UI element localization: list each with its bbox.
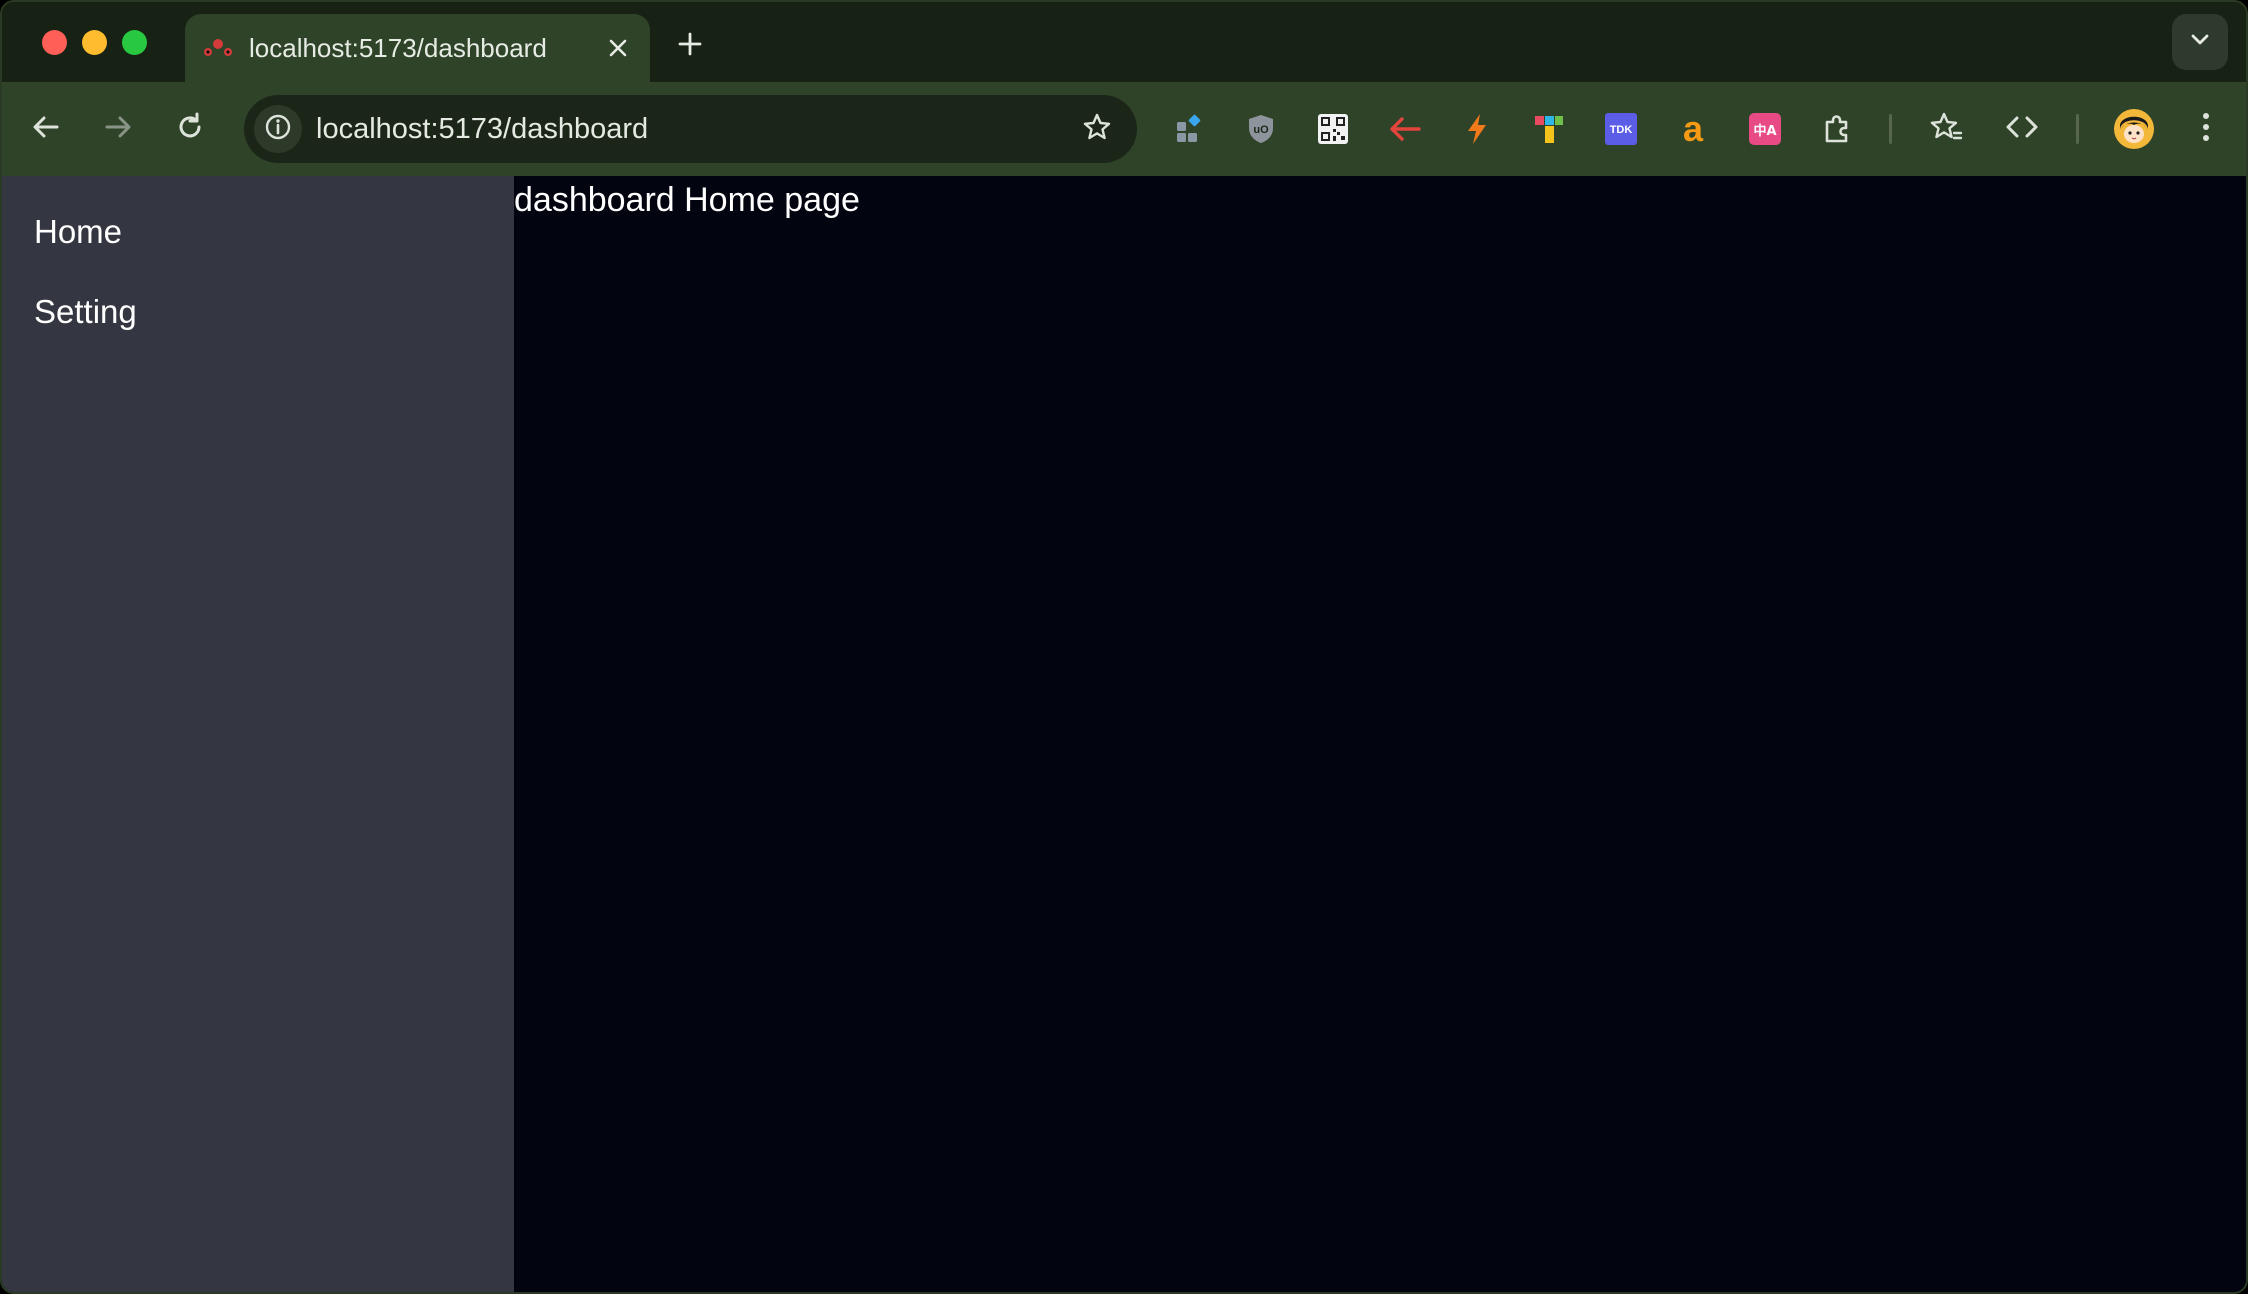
new-tab-button[interactable] <box>670 24 710 64</box>
address-bar[interactable]: localhost:5173/dashboard <box>244 95 1137 163</box>
browser-menu-button[interactable] <box>2182 105 2230 153</box>
tab-search-button[interactable] <box>2172 14 2228 70</box>
red-arrow-left-icon[interactable] <box>1381 105 1429 153</box>
toolbar-separator <box>1889 114 1892 144</box>
color-tiles-icon[interactable] <box>1525 105 1573 153</box>
browser-window: localhost:5173/dashboard localhost:5173/… <box>0 0 2248 1294</box>
address-url[interactable]: localhost:5173/dashboard <box>316 109 648 149</box>
svg-text:a: a <box>1683 112 1704 146</box>
svg-text:TDK: TDK <box>1610 124 1633 136</box>
browser-toolbar: localhost:5173/dashboard uO TDK a 中A <box>2 82 2246 177</box>
tab-strip: localhost:5173/dashboard <box>2 2 2246 82</box>
translate-icon[interactable]: 中A <box>1741 105 1789 153</box>
star-list-icon <box>1929 111 1963 148</box>
ublock-shield-icon[interactable]: uO <box>1237 105 1285 153</box>
page-title: dashboard Home page <box>514 181 860 219</box>
react-router-icon <box>203 36 233 60</box>
site-info-button[interactable] <box>254 105 302 153</box>
kebab-menu-icon <box>2201 111 2211 148</box>
reading-list-button[interactable] <box>1922 105 1970 153</box>
arrow-left-icon <box>31 112 61 147</box>
chevron-down-icon <box>2190 33 2210 52</box>
forward-button[interactable] <box>94 105 142 153</box>
svg-text:uO: uO <box>1253 124 1269 136</box>
profile-avatar[interactable] <box>2110 105 2158 153</box>
bookmark-star-button[interactable] <box>1075 107 1119 151</box>
page-viewport: Home Setting dashboard Home page <box>2 176 2246 1292</box>
close-window-button[interactable] <box>42 30 67 55</box>
qr-code-icon[interactable] <box>1309 105 1357 153</box>
reload-icon <box>175 112 205 147</box>
sidebar-item-setting[interactable]: Setting <box>34 290 137 334</box>
svg-text:中A: 中A <box>1753 123 1776 139</box>
toolbar-separator <box>2076 114 2079 144</box>
tdk-icon[interactable]: TDK <box>1597 105 1645 153</box>
lightning-bolt-icon[interactable] <box>1453 105 1501 153</box>
sidebar: Home Setting <box>2 176 514 1292</box>
letter-a-icon[interactable]: a <box>1669 105 1717 153</box>
sidebar-item-home[interactable]: Home <box>34 210 122 254</box>
tab-title: localhost:5173/dashboard <box>249 33 547 63</box>
minimize-window-button[interactable] <box>82 30 107 55</box>
reload-button[interactable] <box>166 105 214 153</box>
devtools-button[interactable] <box>1998 105 2046 153</box>
code-brackets-icon <box>2005 112 2039 147</box>
puzzle-piece-icon[interactable] <box>1813 105 1861 153</box>
arrow-right-icon <box>103 112 133 147</box>
back-button[interactable] <box>22 105 70 153</box>
maximize-window-button[interactable] <box>122 30 147 55</box>
star-outline-icon <box>1082 112 1112 147</box>
active-tab[interactable]: localhost:5173/dashboard <box>185 14 650 82</box>
info-icon <box>264 113 292 146</box>
grid-app-icon[interactable] <box>1165 105 1213 153</box>
close-tab-icon[interactable] <box>602 32 634 64</box>
